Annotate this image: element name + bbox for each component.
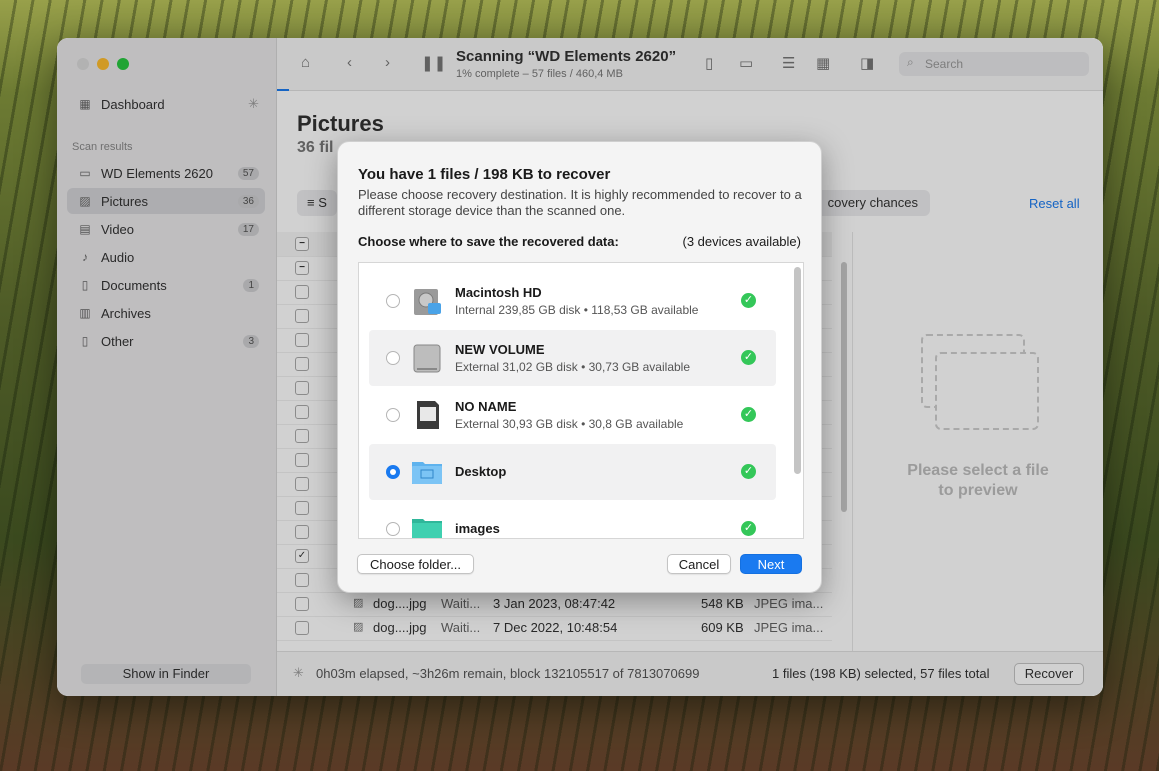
device-info: External 30,93 GB disk • 30,8 GB availab… [455,417,684,431]
device-item-no-name[interactable]: NO NAME External 30,93 GB disk • 30,8 GB… [369,387,776,443]
checkmark-icon: ✓ [741,521,756,536]
device-item-images[interactable]: images ✓ [369,501,776,538]
sd-card-icon [417,401,439,429]
list-scrollbar[interactable] [794,267,801,474]
device-name: Desktop [455,464,507,479]
device-radio[interactable] [386,351,400,365]
desktop-folder-icon [412,462,442,484]
device-radio[interactable] [386,522,400,536]
device-item-desktop[interactable]: Desktop ✓ [369,444,776,500]
recovery-destination-dialog: You have 1 files / 198 KB to recover Ple… [337,141,822,593]
dialog-description: Please choose recovery destination. It i… [358,187,802,218]
checkmark-icon: ✓ [741,350,756,365]
device-name: images [455,521,500,536]
checkmark-icon: ✓ [741,407,756,422]
device-item-new-volume[interactable]: NEW VOLUME External 31,02 GB disk • 30,7… [369,330,776,386]
device-info: External 31,02 GB disk • 30,73 GB availa… [455,360,691,374]
device-info: Internal 239,85 GB disk • 118,53 GB avai… [455,303,699,317]
devices-available-count: (3 devices available) [682,234,801,249]
device-radio-selected[interactable] [386,465,400,479]
device-item-macintosh-hd[interactable]: Macintosh HD Internal 239,85 GB disk • 1… [369,273,776,329]
images-folder-icon [412,519,442,538]
internal-drive-icon [414,289,441,315]
checkmark-icon: ✓ [741,464,756,479]
device-name: NEW VOLUME [455,342,545,357]
checkmark-icon: ✓ [741,293,756,308]
external-drive-icon [413,344,441,373]
destination-list: Macintosh HD Internal 239,85 GB disk • 1… [358,262,804,539]
device-radio[interactable] [386,408,400,422]
dialog-title: You have 1 files / 198 KB to recover [358,166,611,183]
device-name: Macintosh HD [455,285,542,300]
device-radio[interactable] [386,294,400,308]
next-button[interactable]: Next [740,554,802,574]
destination-label: Choose where to save the recovered data: [358,234,619,249]
choose-folder-button[interactable]: Choose folder... [357,554,474,574]
device-name: NO NAME [455,399,517,414]
cancel-button[interactable]: Cancel [667,554,731,574]
